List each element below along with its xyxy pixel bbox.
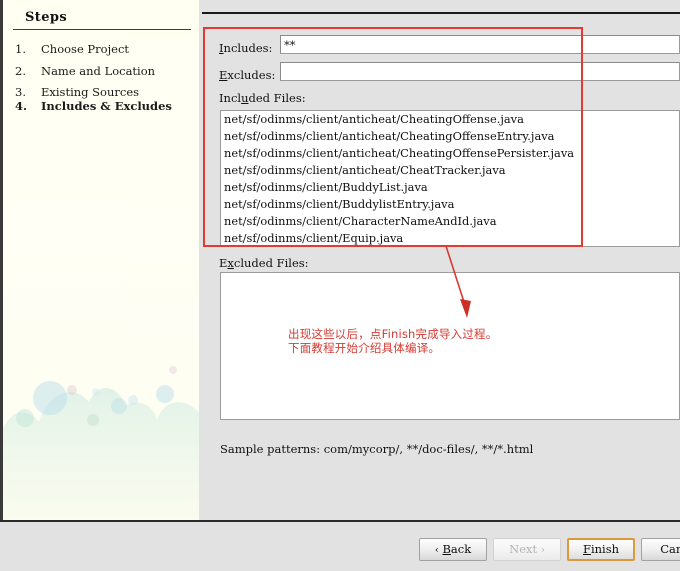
- decorative-bubbles: [3, 366, 199, 520]
- step-number: 2.: [15, 64, 26, 78]
- steps-sidebar: Steps 1. Choose Project 2. Name and Locati…: [0, 0, 199, 520]
- cancel-label: Canc: [660, 542, 680, 556]
- included-file-row[interactable]: net/sf/odinms/client/anticheat/CheatingO…: [221, 128, 679, 145]
- annotation-note-line2: 下面教程开始介绍具体编译。: [288, 341, 441, 355]
- finish-button[interactable]: Finish: [567, 538, 635, 561]
- included-file-row[interactable]: net/sf/odinms/client/anticheat/CheatingO…: [221, 145, 679, 162]
- included-file-row[interactable]: net/sf/odinms/client/BuddylistEntry.java: [221, 196, 679, 213]
- excludes-label: Excludes:: [219, 68, 276, 82]
- steps-title: Steps: [25, 10, 68, 25]
- step-label: Choose Project: [41, 42, 130, 56]
- included-file-row[interactable]: net/sf/odinms/client/BuddyList.java: [221, 179, 679, 196]
- step-number: 4.: [15, 99, 28, 113]
- step-label: Name and Location: [41, 64, 156, 78]
- step-number: 1.: [15, 42, 26, 56]
- included-files-label: Included Files:: [219, 91, 306, 105]
- included-file-row[interactable]: net/sf/odinms/client/CharacterNameAndId.…: [221, 213, 679, 230]
- included-files-list[interactable]: net/sf/odinms/client/anticheat/CheatingO…: [220, 110, 680, 247]
- sample-patterns-hint: Sample patterns: com/mycorp/, **/doc-fil…: [220, 442, 534, 456]
- step-item-1: 1. Choose Project: [15, 42, 199, 62]
- next-label: Next: [509, 542, 538, 556]
- included-file-row[interactable]: net/sf/odinms/client/anticheat/CheatTrac…: [221, 162, 679, 179]
- step-item-2: 2. Name and Location: [15, 64, 199, 84]
- step-number: 3.: [15, 85, 26, 99]
- includes-label: Includes:: [219, 41, 273, 55]
- cancel-button[interactable]: Canc: [641, 538, 680, 561]
- included-file-row[interactable]: net/sf/odinms/client/anticheat/CheatingO…: [221, 111, 679, 128]
- wizard-dialog: Steps 1. Choose Project 2. Name and Locati…: [0, 0, 680, 571]
- included-file-row[interactable]: net/sf/odinms/client/Equip.java: [221, 230, 679, 246]
- step-label: Includes & Excludes: [41, 99, 172, 113]
- back-arrow-icon: ‹: [434, 545, 439, 556]
- excluded-files-label: Excluded Files:: [219, 256, 309, 270]
- panel-top-divider: [202, 12, 680, 14]
- step-item-4-current: 4. Includes & Excludes: [15, 99, 199, 119]
- excludes-input[interactable]: [280, 62, 680, 81]
- back-button[interactable]: ‹ Back: [419, 538, 487, 561]
- steps-title-divider: [13, 29, 191, 30]
- next-arrow-icon: ›: [540, 545, 545, 556]
- next-button: Next ›: [493, 538, 561, 561]
- includes-input[interactable]: [280, 35, 680, 54]
- step-label: Existing Sources: [41, 85, 140, 99]
